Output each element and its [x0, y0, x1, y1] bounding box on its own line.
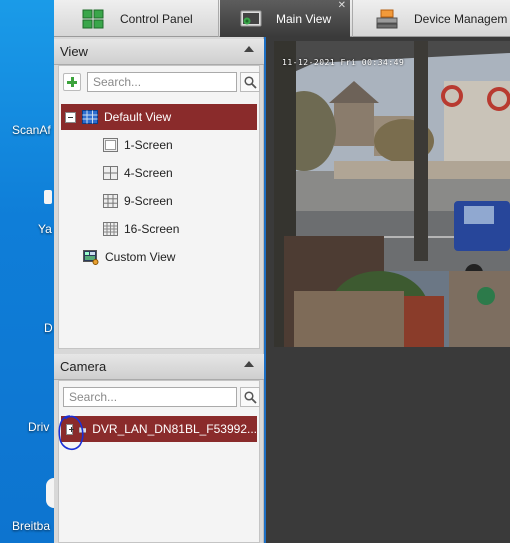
- tree-item-dvr-device[interactable]: DVR_LAN_DN81BL_F53992...: [61, 416, 257, 442]
- tree-item-custom-view[interactable]: Custom View: [83, 244, 175, 270]
- view-search-row: [63, 71, 260, 93]
- tab-label: Device Managem: [414, 11, 508, 26]
- control-panel-icon: [82, 9, 104, 28]
- view-search-input[interactable]: [87, 72, 237, 92]
- left-panel: View Default View: [54, 37, 264, 543]
- tree-item-label: Default View: [104, 110, 172, 124]
- tab-device-management[interactable]: Device Managem: [376, 0, 510, 37]
- desktop-icon-label[interactable]: Breitba: [12, 519, 50, 533]
- view-panel-header[interactable]: View: [54, 39, 264, 65]
- camera-feed-image: [274, 41, 510, 347]
- search-icon: [244, 391, 257, 404]
- tab-control-panel[interactable]: Control Panel: [82, 0, 215, 37]
- tab-label: Main View: [276, 11, 332, 26]
- tree-item-label: 4-Screen: [124, 166, 173, 180]
- view-search-button[interactable]: [240, 72, 260, 92]
- tree-item-default-view[interactable]: Default View: [61, 104, 257, 130]
- camera-search-input[interactable]: [63, 387, 237, 407]
- tree-item-1-screen[interactable]: 1-Screen: [103, 132, 173, 158]
- annotation-circle: [58, 415, 84, 451]
- tree-item-16-screen[interactable]: 16-Screen: [103, 216, 179, 242]
- camera-search-button[interactable]: [240, 387, 260, 407]
- sixteen-screen-icon: [103, 222, 118, 236]
- collapse-up-icon[interactable]: [244, 361, 254, 367]
- tab-divider: [352, 0, 353, 37]
- search-icon: [244, 76, 257, 89]
- custom-view-icon: [83, 249, 99, 265]
- nine-screen-icon: [103, 194, 118, 208]
- video-timestamp-overlay: 11-12-2021 Fri 00:34:49: [282, 58, 405, 67]
- desktop-icon-label[interactable]: ScanAf: [12, 123, 51, 137]
- camera-panel-body: DVR_LAN_DN81BL_F53992...: [58, 380, 260, 543]
- close-icon[interactable]: ✕: [338, 1, 346, 11]
- tree-item-9-screen[interactable]: 9-Screen: [103, 188, 173, 214]
- tab-label: Control Panel: [120, 11, 193, 26]
- tree-item-4-screen[interactable]: 4-Screen: [103, 160, 173, 186]
- camera-search-row: [63, 386, 260, 408]
- tab-divider: [218, 0, 219, 37]
- desktop-icon-label[interactable]: Driv: [28, 420, 49, 434]
- tree-item-label: 1-Screen: [124, 138, 173, 152]
- desktop-icon-label[interactable]: D: [44, 321, 53, 335]
- windows-desktop: ScanAf Ya D Driv Breitba: [0, 0, 54, 543]
- four-screen-icon: [103, 166, 118, 180]
- tree-item-label: 9-Screen: [124, 194, 173, 208]
- live-view-area: 11-12-2021 Fri 00:34:49: [266, 37, 510, 543]
- tab-main-view[interactable]: Main View ✕: [220, 0, 350, 37]
- desktop-app-icon[interactable]: [46, 478, 54, 508]
- tree-item-label: 16-Screen: [124, 222, 180, 236]
- camera-panel-header[interactable]: Camera: [54, 354, 264, 380]
- collapse-up-icon[interactable]: [244, 46, 254, 52]
- desktop-app-icon[interactable]: [44, 190, 52, 204]
- camera-video-tile[interactable]: 11-12-2021 Fri 00:34:49: [274, 41, 510, 347]
- add-view-button[interactable]: [63, 73, 81, 91]
- grid-view-icon: [82, 110, 98, 124]
- view-panel-body: Default View 1-Screen 4-Screen: [58, 65, 260, 349]
- main-view-icon: [240, 10, 262, 26]
- camera-panel-title: Camera: [60, 359, 107, 374]
- top-tab-bar: Control Panel Main View ✕ Device Managem: [54, 0, 510, 37]
- desktop-icon-label[interactable]: Ya: [38, 222, 52, 236]
- tree-item-label: Custom View: [105, 250, 176, 264]
- device-management-icon: [376, 9, 398, 28]
- collapse-toggle-icon[interactable]: [65, 111, 76, 123]
- single-screen-icon: [103, 138, 118, 152]
- view-panel-title: View: [60, 44, 88, 59]
- tree-item-label: DVR_LAN_DN81BL_F53992...: [92, 422, 257, 436]
